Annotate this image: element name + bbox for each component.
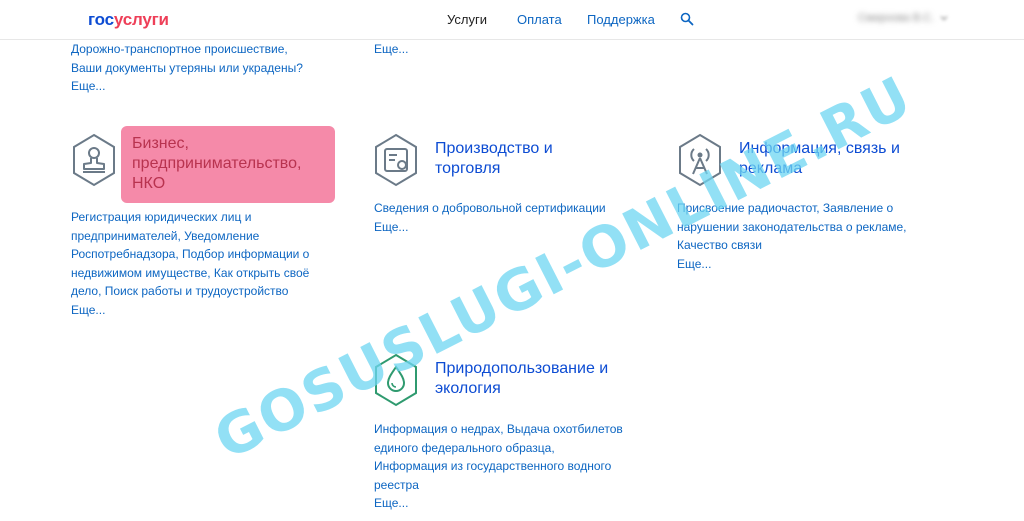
logo-text-part1: гос: [88, 10, 114, 29]
category-title-info[interactable]: Информация, связь и реклама: [739, 139, 929, 179]
info-links: Присвоение радиочастот, Заявление о нару…: [677, 199, 917, 273]
business-more-link[interactable]: Еще...: [71, 301, 333, 320]
user-menu[interactable]: Смирнова В.С.: [858, 10, 954, 26]
category-title-business[interactable]: Бизнес, предпринимательство, НКО: [132, 134, 328, 194]
logo-text-part2: услуги: [113, 10, 169, 29]
category-title-nature[interactable]: Природопользование и экология: [435, 359, 635, 399]
chevron-down-icon: [940, 16, 948, 21]
top-left-category-links: Дорожно-транспортное происшествие, Ваши …: [71, 40, 321, 96]
nature-links: Информация о недрах, Выдача охотбилетов …: [374, 420, 626, 513]
nav-payment[interactable]: Оплата: [517, 12, 562, 27]
nature-links-text[interactable]: Информация о недрах, Выдача охотбилетов …: [374, 422, 623, 492]
category-title-production[interactable]: Производство и торговля: [435, 139, 615, 179]
info-links-text[interactable]: Присвоение радиочастот, Заявление о нару…: [677, 201, 907, 252]
top-left-links-text[interactable]: Дорожно-транспортное происшествие, Ваши …: [71, 42, 303, 75]
production-links: Сведения о добровольной сертификации Еще…: [374, 199, 624, 236]
nav-services[interactable]: Услуги: [447, 12, 487, 27]
certificate-icon[interactable]: [372, 133, 420, 187]
top-mid-more-link[interactable]: Еще...: [374, 40, 624, 59]
top-left-more-link[interactable]: Еще...: [71, 77, 321, 96]
business-links-text[interactable]: Регистрация юридических лиц и предприним…: [71, 210, 309, 298]
search-icon[interactable]: [680, 12, 694, 26]
user-name: Смирнова В.С.: [858, 12, 935, 24]
stamp-icon[interactable]: [70, 133, 118, 187]
production-links-text[interactable]: Сведения о добровольной сертификации: [374, 201, 606, 215]
info-more-link[interactable]: Еще...: [677, 255, 917, 274]
top-header: госуслуги Услуги Оплата Поддержка Смирно…: [0, 0, 1024, 40]
top-mid-category-links: Еще...: [374, 40, 624, 59]
nature-more-link[interactable]: Еще...: [374, 494, 626, 513]
water-drop-icon[interactable]: [372, 353, 420, 407]
gosuslugi-logo[interactable]: госуслуги: [88, 10, 169, 30]
business-links: Регистрация юридических лиц и предприним…: [71, 208, 333, 319]
nav-support[interactable]: Поддержка: [587, 12, 655, 27]
production-more-link[interactable]: Еще...: [374, 218, 624, 237]
antenna-icon[interactable]: [676, 133, 724, 187]
